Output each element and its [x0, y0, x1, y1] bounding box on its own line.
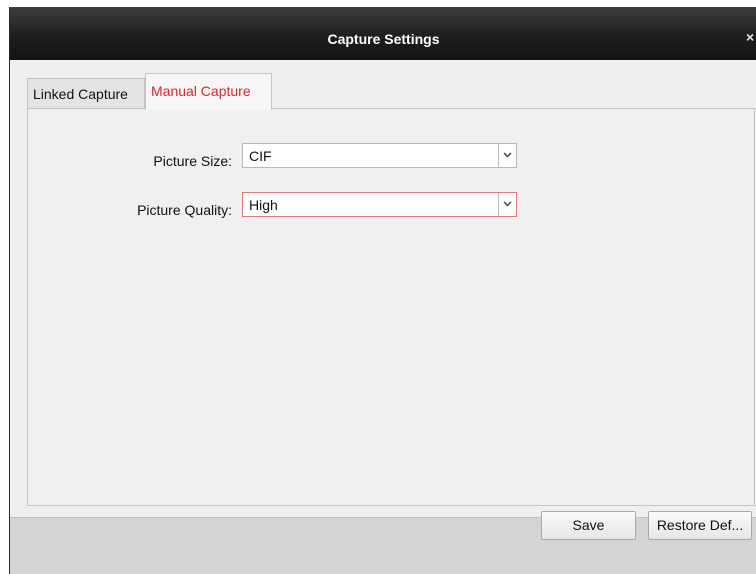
save-button[interactable]: Save [541, 511, 636, 540]
title-bar[interactable]: Capture Settings × [10, 7, 756, 60]
picture-quality-label: Picture Quality: [137, 202, 232, 218]
picture-size-value: CIF [249, 148, 272, 164]
picture-size-label: Picture Size: [153, 153, 232, 169]
tab-manual-capture[interactable]: Manual Capture [145, 73, 272, 110]
capture-settings-dialog: Capture Settings × Linked Capture Manual… [9, 7, 756, 574]
picture-quality-select[interactable]: High [242, 192, 517, 217]
tab-linked-capture[interactable]: Linked Capture [27, 78, 145, 109]
restore-default-button[interactable]: Restore Def... [648, 511, 752, 540]
close-icon[interactable]: × [746, 29, 754, 45]
picture-quality-value: High [249, 197, 278, 213]
dialog-footer [10, 517, 756, 574]
picture-size-dropdown-button[interactable] [498, 144, 516, 167]
chevron-down-icon [503, 201, 512, 207]
dialog-title: Capture Settings [327, 31, 440, 47]
picture-size-select[interactable]: CIF [242, 143, 517, 168]
chevron-down-icon [503, 152, 512, 158]
picture-quality-dropdown-button[interactable] [498, 193, 516, 216]
